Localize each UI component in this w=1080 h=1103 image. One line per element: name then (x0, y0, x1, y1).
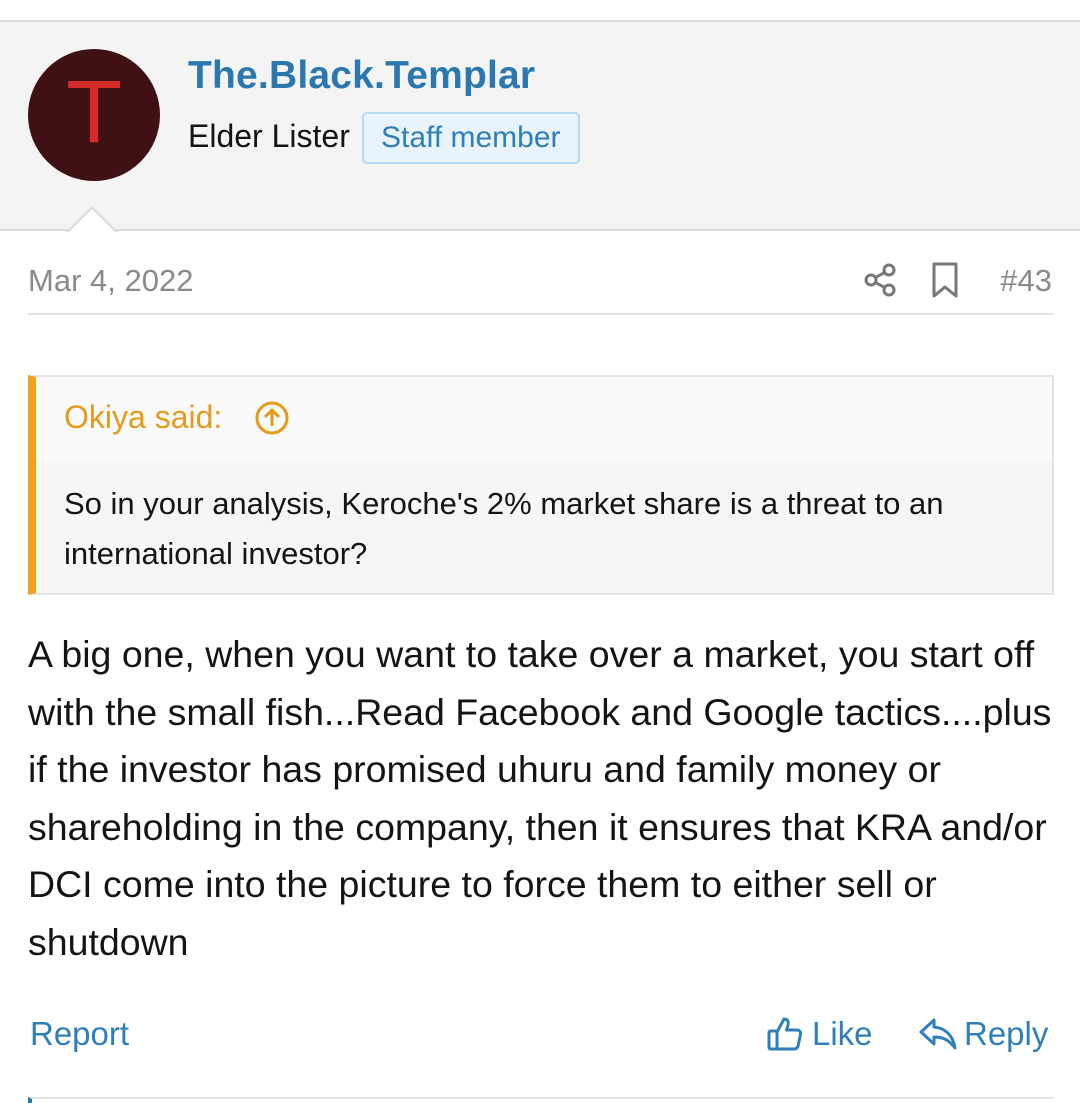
avatar[interactable]: T (28, 49, 160, 181)
share-icon[interactable] (862, 262, 898, 298)
user-title: Elder Lister (188, 118, 350, 154)
report-link[interactable]: Report (30, 1015, 129, 1053)
quote-text: So in your analysis, Keroche's 2% market… (64, 486, 944, 571)
previous-post-edge (0, 0, 1080, 22)
post-body-text: A big one, when you want to take over a … (28, 633, 1052, 963)
post-number-link[interactable]: #43 (1000, 263, 1052, 299)
next-post-edge (28, 1097, 1054, 1103)
avatar-letter: T (68, 64, 120, 162)
quote-author-link[interactable]: Okiya said: (64, 399, 222, 436)
reply-button[interactable]: Reply (918, 1012, 1048, 1056)
thumbs-up-icon (767, 1017, 803, 1051)
like-button[interactable]: Like (766, 1012, 873, 1056)
arrow-up-circle-icon[interactable] (254, 400, 290, 436)
like-label: Like (812, 1015, 873, 1052)
username-link[interactable]: The.Black.Templar (188, 54, 535, 98)
post-user-header: T The.Black.Templar Elder Lister Staff m… (0, 22, 1080, 231)
staff-badge: Staff member (362, 112, 580, 164)
quote-header: Okiya said: (36, 377, 1052, 461)
header-pointer (66, 206, 118, 233)
quote-block: Okiya said: So in your analysis, Keroche… (28, 375, 1054, 595)
forum-post-page: T The.Black.Templar Elder Lister Staff m… (0, 0, 1080, 1103)
reply-label: Reply (964, 1015, 1049, 1052)
bookmark-icon[interactable] (930, 262, 960, 298)
meta-divider (28, 313, 1054, 315)
post-date[interactable]: Mar 4, 2022 (28, 263, 193, 299)
reply-arrow-icon (919, 1018, 957, 1050)
